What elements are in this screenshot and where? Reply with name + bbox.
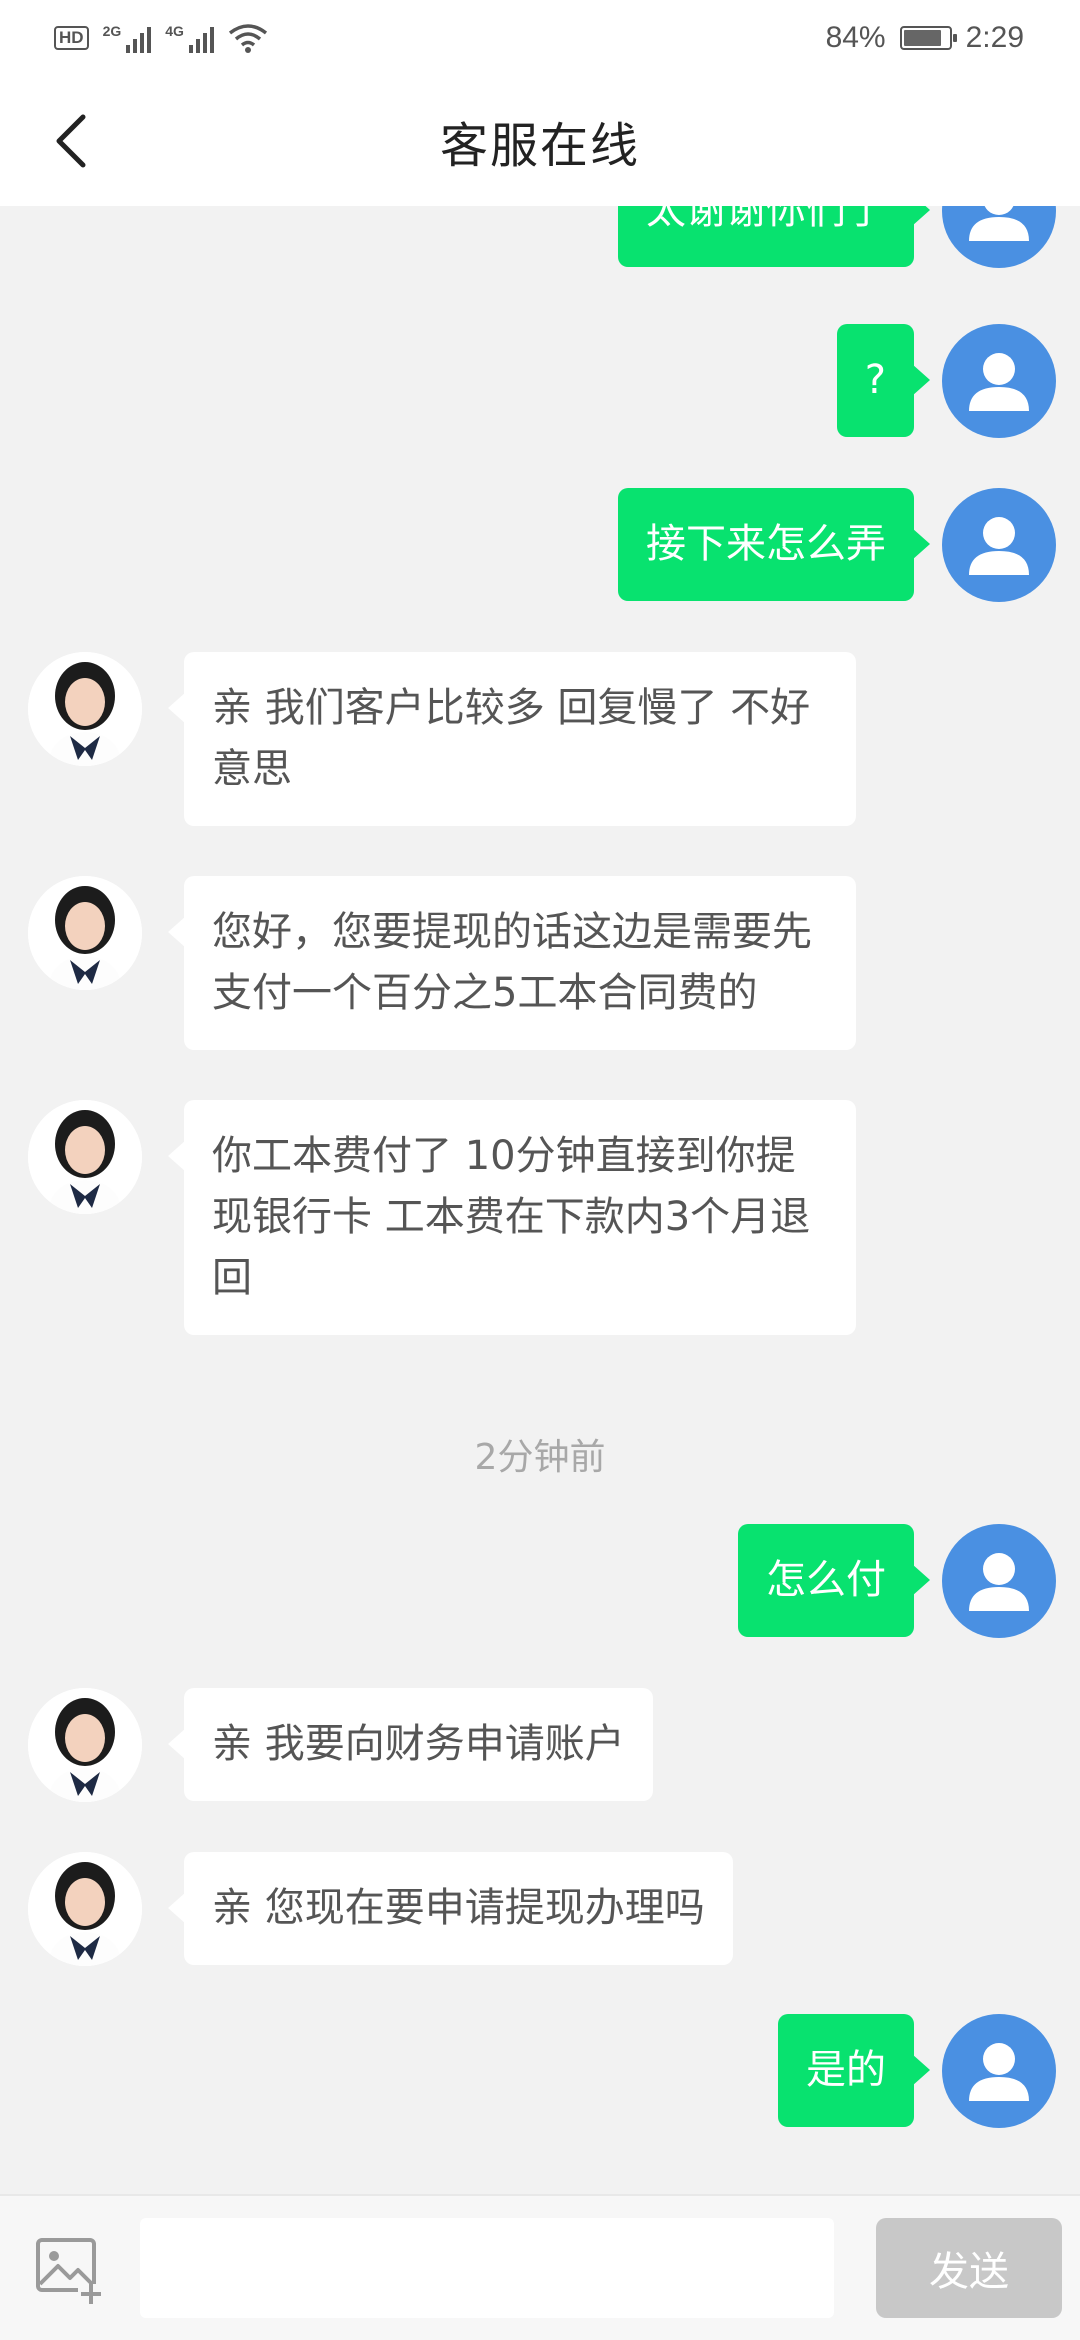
agent-photo — [28, 1688, 142, 1802]
agent-avatar[interactable] — [28, 1852, 142, 1966]
avatar[interactable] — [942, 1524, 1056, 1638]
message-outgoing: 接下来怎么弄 — [618, 488, 1056, 602]
user-icon — [969, 1553, 1029, 1611]
signal-icon: 4G — [165, 23, 214, 53]
message-bubble[interactable]: 太谢谢你们了 — [618, 206, 930, 267]
message-bubble[interactable]: 亲 我们客户比较多 回复慢了 不好意思 — [168, 652, 856, 826]
agent-photo — [28, 876, 142, 990]
send-button[interactable]: 发送 — [876, 2218, 1062, 2318]
message-incoming: 亲 您现在要申请提现办理吗 — [28, 1852, 733, 1966]
hd-badge: HD — [54, 26, 89, 50]
battery-icon — [899, 26, 957, 50]
chat-list[interactable]: 太谢谢你们了 ? 接下来怎么弄 亲 我们客户比较多 回复慢了 不好意思 您好，您… — [0, 206, 1080, 2194]
agent-photo — [28, 1100, 142, 1214]
agent-avatar[interactable] — [28, 652, 142, 766]
message-bubble[interactable]: 怎么付 — [738, 1524, 930, 1637]
message-bubble[interactable]: 你工本费付了 10分钟直接到你提现银行卡 工本费在下款内3个月退回 — [168, 1100, 856, 1335]
composer: 发送 — [0, 2194, 1080, 2340]
wifi-icon — [228, 24, 268, 53]
message-incoming: 亲 我要向财务申请账户 — [28, 1688, 653, 1802]
agent-photo — [28, 1852, 142, 1966]
page-title: 客服在线 — [439, 118, 640, 174]
message-input[interactable] — [140, 2218, 834, 2318]
clock: 2:29 — [965, 21, 1024, 54]
message-outgoing: 太谢谢你们了 — [618, 206, 1056, 268]
user-icon — [969, 353, 1029, 411]
user-icon — [969, 2043, 1029, 2101]
agent-avatar[interactable] — [28, 1688, 142, 1802]
message-outgoing: 怎么付 — [738, 1524, 1056, 1638]
status-left: HD 2G 4G — [54, 23, 268, 53]
message-bubble[interactable]: 亲 我要向财务申请账户 — [168, 1688, 653, 1801]
message-outgoing: 是的 — [778, 2014, 1056, 2128]
message-incoming: 你工本费付了 10分钟直接到你提现银行卡 工本费在下款内3个月退回 — [28, 1100, 856, 1335]
status-right: 84% 2:29 — [826, 21, 1024, 55]
agent-avatar[interactable] — [28, 876, 142, 990]
message-outgoing: ? — [836, 324, 1056, 438]
header: 客服在线 — [0, 76, 1080, 206]
battery-level — [903, 30, 941, 46]
add-image-icon — [36, 2238, 104, 2304]
message-incoming: 亲 我们客户比较多 回复慢了 不好意思 — [28, 652, 856, 826]
user-icon — [969, 206, 1029, 241]
signal-icon: 2G — [103, 23, 152, 53]
status-bar: HD 2G 4G 84% 2:29 — [0, 0, 1080, 76]
message-bubble[interactable]: 您好，您要提现的话这边是需要先支付一个百分之5工本合同费的 — [168, 876, 856, 1050]
avatar[interactable] — [942, 2014, 1056, 2128]
message-incoming: 您好，您要提现的话这边是需要先支付一个百分之5工本合同费的 — [28, 876, 856, 1050]
agent-avatar[interactable] — [28, 1100, 142, 1214]
battery-percent: 84% — [825, 21, 886, 54]
message-bubble[interactable]: 是的 — [778, 2014, 930, 2127]
message-bubble[interactable]: 亲 您现在要申请提现办理吗 — [168, 1852, 733, 1965]
message-bubble[interactable]: ? — [836, 324, 931, 437]
network-type-label: 4G — [165, 23, 184, 39]
network-type-label: 2G — [102, 23, 122, 39]
avatar[interactable] — [942, 324, 1056, 438]
avatar[interactable] — [942, 488, 1056, 602]
chevron-left-icon — [56, 114, 86, 168]
agent-photo — [28, 652, 142, 766]
message-bubble[interactable]: 接下来怎么弄 — [618, 488, 930, 601]
back-button[interactable] — [36, 106, 106, 176]
user-icon — [969, 517, 1029, 575]
add-image-button[interactable] — [34, 2234, 106, 2306]
timestamp-separator: 2分钟前 — [474, 1437, 606, 1478]
avatar[interactable] — [942, 206, 1056, 268]
